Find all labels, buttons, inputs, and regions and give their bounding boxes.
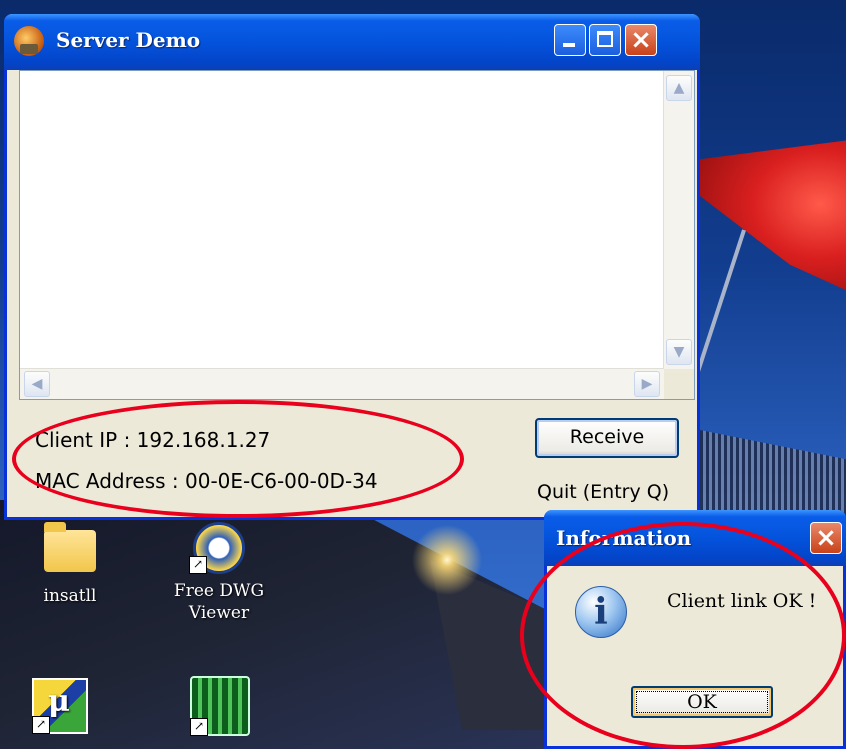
mac-address-label: MAC Address : 00-0E-C6-00-0D-34 [35, 469, 378, 493]
receive-button[interactable]: Receive [535, 418, 679, 458]
dialog-title-bar[interactable]: Information × [544, 510, 846, 566]
minimize-icon [563, 43, 575, 47]
close-icon: × [630, 25, 652, 55]
dialog-title: Information [556, 526, 692, 550]
dialog-close-button[interactable]: × [810, 522, 842, 554]
desktop-icon-label: insatll [43, 586, 97, 606]
desktop-icon-label: Free DWG Viewer [173, 581, 265, 623]
app-icon [14, 26, 44, 56]
desktop-icon-install[interactable]: insatll [30, 522, 110, 606]
vertical-scrollbar[interactable]: ▲ ▼ [663, 71, 694, 369]
shortcut-arrow-icon: ↗ [190, 718, 208, 736]
window-title-bar[interactable]: Server Demo × [4, 14, 700, 70]
client-ip-label: Client IP : 192.168.1.27 [35, 428, 271, 452]
window-title: Server Demo [56, 28, 201, 52]
scrollbar-corner [664, 369, 694, 399]
folder-icon [44, 522, 96, 572]
quit-hint-label: Quit (Entry Q) [537, 481, 670, 503]
scroll-down-button[interactable]: ▼ [666, 339, 692, 365]
message-listbox[interactable]: ▲ ▼ ◀ ▶ [19, 70, 695, 400]
server-demo-window: Server Demo × ▲ ▼ ◀ ▶ Client IP : 192.16… [4, 14, 700, 520]
scroll-right-button[interactable]: ▶ [634, 371, 660, 397]
shortcut-arrow-icon: ↗ [189, 556, 207, 574]
close-button[interactable]: × [625, 24, 657, 56]
minimize-button[interactable] [554, 24, 586, 56]
maximize-icon [597, 31, 613, 47]
horizontal-scrollbar[interactable]: ◀ ▶ [20, 368, 664, 399]
wallpaper-canopy [700, 140, 846, 292]
dialog-message: Client link OK ! [667, 590, 817, 612]
close-icon: × [815, 523, 837, 553]
ok-button[interactable]: OK [631, 686, 773, 718]
information-dialog: Information × i Client link OK ! OK [544, 510, 846, 749]
desktop-icon-abacus[interactable]: ↗ [190, 676, 254, 736]
desktop-icon-free-dwg-viewer[interactable]: ↗ Free DWG Viewer [160, 522, 278, 624]
scroll-left-button[interactable]: ◀ [24, 371, 50, 397]
desktop-icon-mv[interactable]: ↗ [32, 678, 92, 734]
wallpaper-light-flare [402, 515, 492, 605]
maximize-button[interactable] [589, 24, 621, 56]
shortcut-arrow-icon: ↗ [32, 716, 50, 734]
information-icon: i [575, 586, 627, 638]
scroll-up-button[interactable]: ▲ [666, 75, 692, 101]
